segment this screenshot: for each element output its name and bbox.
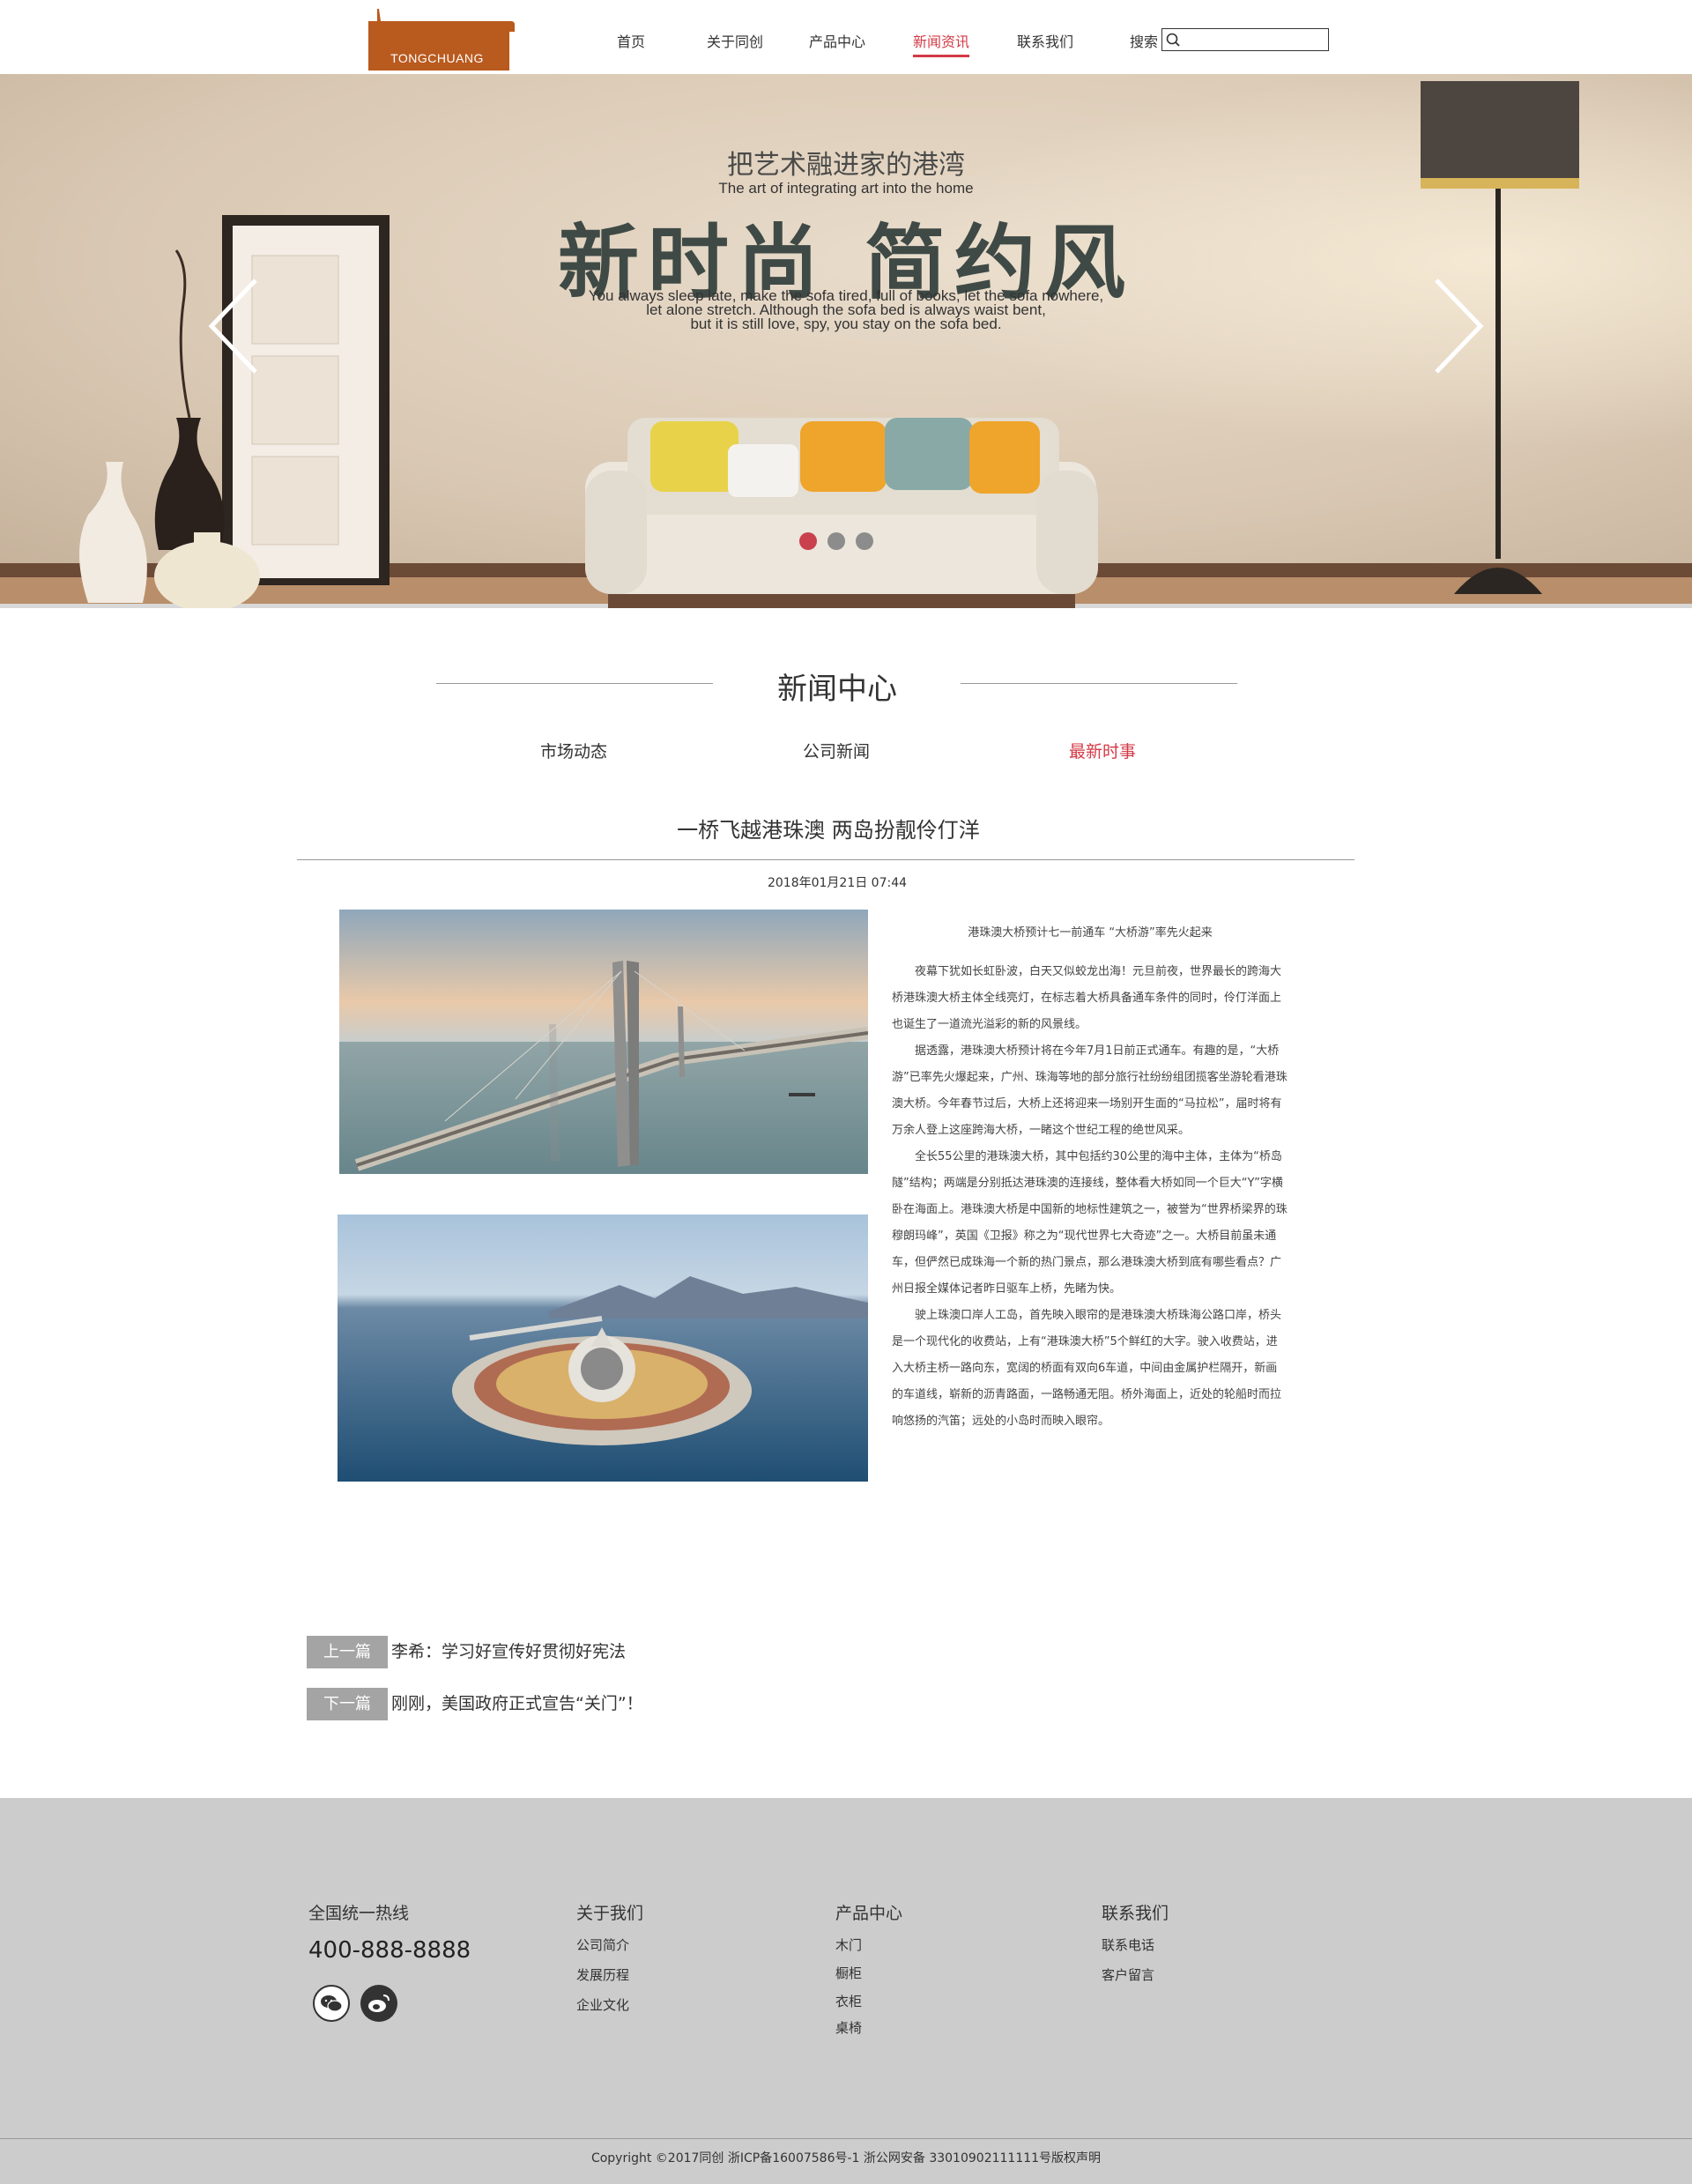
site-header: TONGCHUANG 首页 关于同创 产品中心 新闻资讯 联系我们 搜索 [0,0,1692,74]
next-slide-arrow-icon[interactable] [1422,273,1493,379]
nav-home[interactable]: 首页 [617,30,645,51]
copyright-text: Copyright ©2017同创 浙ICP备16007586号-1 浙公网安备… [590,2151,1102,2165]
section-divider-right [961,683,1237,684]
search-box [1161,28,1329,51]
footer-link-wardrobe[interactable]: 衣柜 [835,1992,862,2010]
slide-dot-2[interactable] [827,532,845,550]
footer-products-title: 产品中心 [835,1904,903,1923]
bridge-photo [339,910,868,1174]
nav-products[interactable]: 产品中心 [809,30,865,51]
site-footer: 全国统一热线 400-888-8888 关于我们 公司简介 发展历程 企业文化 … [0,1798,1692,2184]
tab-latest-news[interactable]: 最新时事 [1069,739,1136,762]
article-paragraph: 据透露，港珠澳大桥预计将在今年7月1日前正式通车。有趣的是，“大桥游”已率先火爆… [892,1044,1288,1137]
article-paragraph: 全长55公里的港珠澳大桥，其中包括约30公里的海中主体，主体为“桥岛隧”结构；两… [892,1150,1288,1296]
article-divider [297,859,1354,860]
island-photo [338,1215,868,1482]
search-icon[interactable] [1164,31,1182,48]
footer-contact-title: 联系我们 [1102,1904,1169,1923]
article-date: 2018年01月21日 07:44 [767,876,908,890]
hero-banner: 把艺术融进家的港湾 The art of integrating art int… [0,74,1692,608]
banner-subtitle-english: The art of integrating art into the home [718,180,974,197]
tab-company-news[interactable]: 公司新闻 [803,739,870,762]
article-headline: 港珠澳大桥预计七一前通车 “大桥游”率先火起来 [968,926,1213,940]
wechat-icon[interactable] [313,1985,350,2022]
footer-about-title: 关于我们 [576,1904,644,1923]
logo-text: TONGCHUANG [390,51,484,65]
prev-article-link[interactable]: 李希：学习好宣传好贯彻好宪法 [391,1636,626,1668]
slide-dot-1[interactable] [799,532,817,550]
slide-dot-3[interactable] [856,532,873,550]
prev-slide-arrow-icon[interactable] [199,273,270,379]
banner-subtitle: 把艺术融进家的港湾 [727,150,965,181]
article-paragraph: 驶上珠澳口岸人工岛，首先映入眼帘的是港珠澳大桥珠海公路口岸，桥头是一个现代化的收… [892,1309,1282,1428]
article-title: 一桥飞越港珠澳 两岛扮靓伶仃洋 [677,818,980,843]
footer-link-cabinet[interactable]: 橱柜 [835,1964,862,1982]
search-input[interactable] [1182,30,1326,49]
banner-body: You always sleep late, make the sofa tir… [494,288,1198,332]
banner-body-line: but it is still love, spy, you stay on t… [690,316,1002,332]
prev-article-button[interactable]: 上一篇 [307,1636,388,1668]
footer-link-wood-door[interactable]: 木门 [835,1935,862,1954]
hotline-number: 400-888-8888 [308,1937,471,1964]
footer-link-history[interactable]: 发展历程 [576,1965,629,1984]
tongchuang-logo[interactable]: TONGCHUANG [367,5,516,71]
footer-link-tables-chairs[interactable]: 桌椅 [835,2018,862,2037]
article-paragraph: 夜幕下犹如长虹卧波，白天又似蛟龙出海！元旦前夜，世界最长的跨海大桥港珠澳大桥主体… [892,965,1282,1031]
tab-market-news[interactable]: 市场动态 [540,739,607,762]
footer-link-message[interactable]: 客户留言 [1102,1965,1154,1984]
footer-divider [0,2138,1692,2139]
article-body: 港珠澳大桥预计七一前通车 “大桥游”率先火起来 夜幕下犹如长虹卧波，白天又似蛟龙… [892,920,1288,1435]
footer-link-culture[interactable]: 企业文化 [576,1995,629,2014]
footer-link-phone[interactable]: 联系电话 [1102,1935,1154,1954]
hotline-title: 全国统一热线 [308,1904,410,1923]
search-label: 搜索 [1130,33,1159,50]
nav-about[interactable]: 关于同创 [707,30,763,51]
section-title: 新闻中心 [777,672,897,707]
next-article-button[interactable]: 下一篇 [307,1688,388,1720]
nav-news[interactable]: 新闻资讯 [913,30,970,57]
weibo-icon[interactable] [360,1985,397,2022]
footer-link-company-intro[interactable]: 公司简介 [576,1935,629,1954]
next-article-link[interactable]: 刚刚，美国政府正式宣告“关门”！ [391,1688,643,1720]
nav-contact[interactable]: 联系我们 [1017,30,1073,51]
